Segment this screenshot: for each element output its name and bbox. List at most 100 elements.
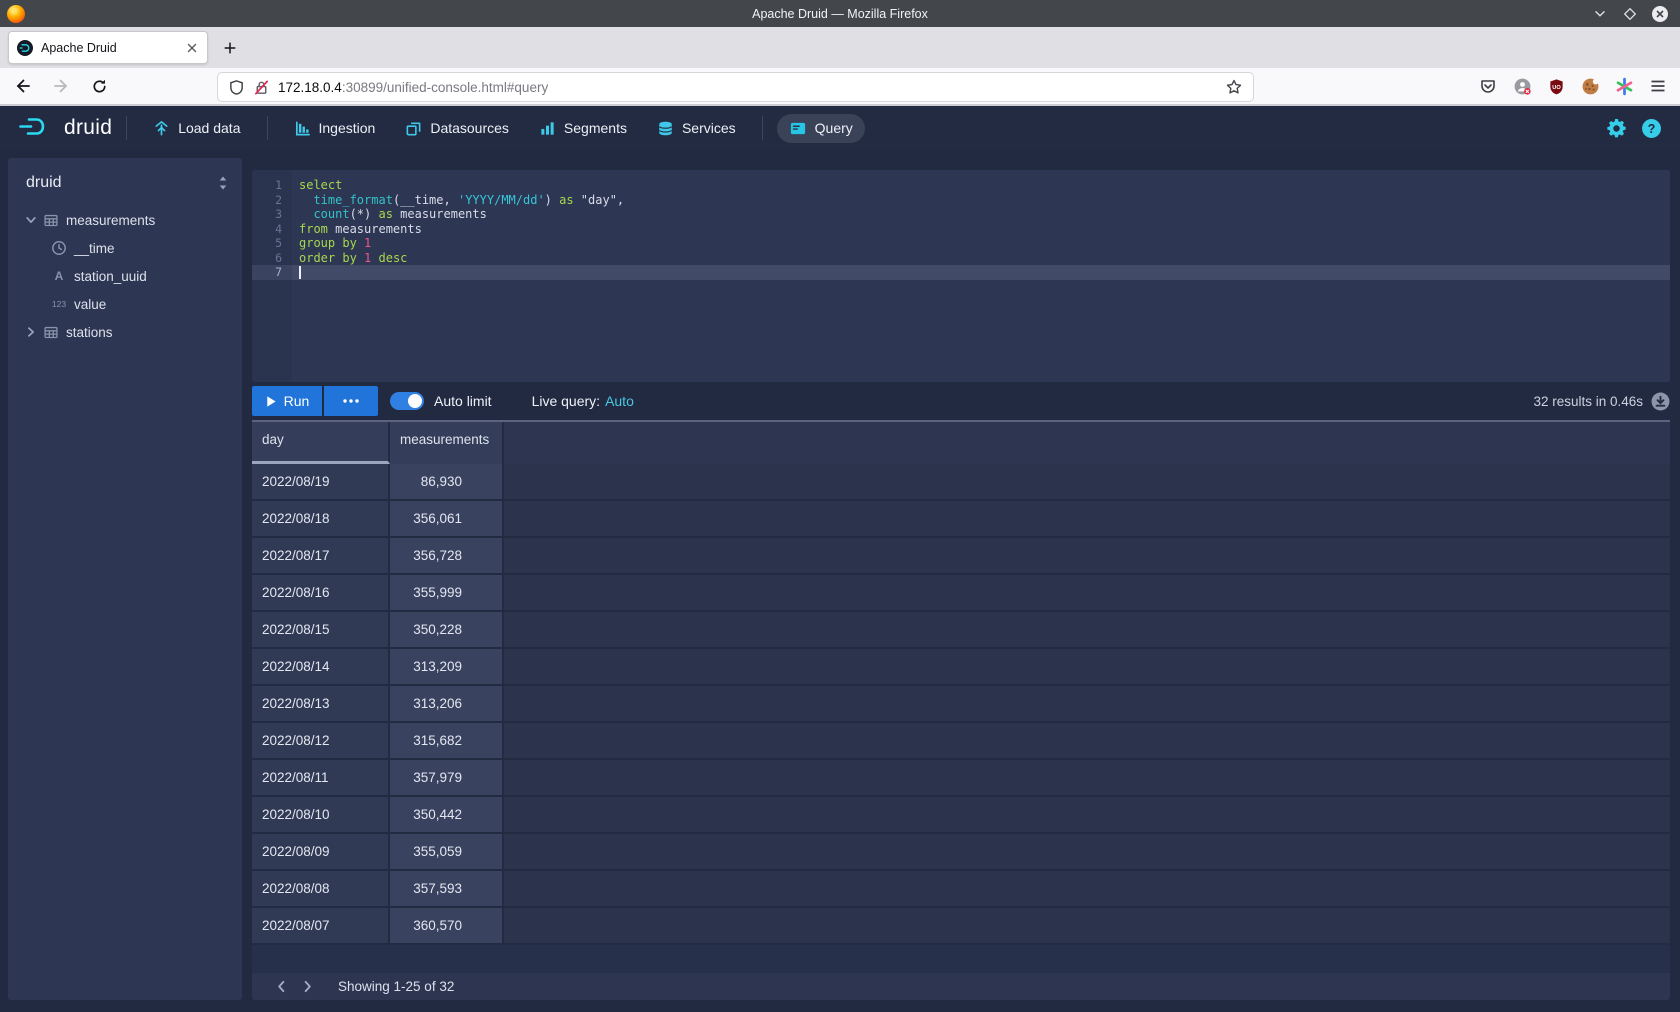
insecure-lock-icon[interactable] [253, 79, 270, 96]
tab-close-icon[interactable] [185, 41, 199, 55]
nav-item-query[interactable]: Query [777, 114, 865, 143]
cell-day[interactable]: 2022/08/07 [252, 908, 390, 943]
cell-day[interactable]: 2022/08/11 [252, 760, 390, 795]
cell-measurements[interactable]: 355,059 [390, 834, 504, 869]
table-row[interactable]: 2022/08/09355,059 [252, 834, 1670, 871]
cell-measurements[interactable]: 356,061 [390, 501, 504, 536]
table-row[interactable]: 2022/08/07360,570 [252, 908, 1670, 945]
cell-day[interactable]: 2022/08/18 [252, 501, 390, 536]
menu-hamburger-icon[interactable] [1648, 76, 1668, 96]
cookie-extension-icon[interactable] [1580, 76, 1600, 96]
code-line-3[interactable]: 3 count(*) as measurements [252, 207, 1670, 222]
url-bar[interactable]: 172.18.0.4:30899/unified-console.html#qu… [218, 73, 1253, 101]
auto-limit-toggle[interactable] [390, 392, 424, 410]
sql-token: 1 [364, 236, 371, 250]
table-row[interactable]: 2022/08/16355,999 [252, 575, 1670, 612]
cell-measurements[interactable]: 315,682 [390, 723, 504, 758]
back-button[interactable] [8, 71, 38, 101]
cell-day[interactable]: 2022/08/09 [252, 834, 390, 869]
ublock-origin-icon[interactable]: UO [1546, 76, 1566, 96]
tree-item-measurements[interactable]: measurements [8, 206, 242, 234]
code-line-2[interactable]: 2 time_format(__time, 'YYYY/MM/dd') as "… [252, 193, 1670, 208]
table-row[interactable]: 2022/08/1986,930 [252, 464, 1670, 501]
line-number: 7 [252, 265, 292, 280]
cell-measurements[interactable]: 350,228 [390, 612, 504, 647]
column-header-measurements[interactable]: measurements [390, 422, 504, 464]
line-number: 1 [252, 178, 292, 193]
table-row[interactable]: 2022/08/12315,682 [252, 723, 1670, 760]
table-row[interactable]: 2022/08/15350,228 [252, 612, 1670, 649]
cell-measurements[interactable]: 356,728 [390, 538, 504, 573]
code-line-7[interactable]: 7 [252, 265, 1670, 280]
schema-selector-caret-icon[interactable] [216, 175, 230, 191]
live-query-control[interactable]: Live query:Auto [532, 393, 634, 409]
cell-measurements[interactable]: 86,930 [390, 464, 504, 499]
code-line-5[interactable]: 5group by 1 [252, 236, 1670, 251]
cell-measurements[interactable]: 313,206 [390, 686, 504, 721]
download-results-icon[interactable] [1651, 392, 1670, 411]
expander-icon[interactable] [24, 325, 38, 339]
sql-token: 'YYYY/MM/dd' [458, 193, 545, 207]
druid-brand[interactable]: druid [16, 115, 112, 141]
table-row[interactable]: 2022/08/08357,593 [252, 871, 1670, 908]
nav-group-query: Query [777, 114, 865, 143]
nav-item-load-data[interactable]: Load data [141, 114, 252, 143]
nav-item-services[interactable]: Services [645, 114, 748, 143]
nav-item-ingestion[interactable]: Ingestion [282, 114, 388, 143]
window-minimize-button[interactable] [1590, 4, 1610, 24]
help-icon[interactable]: ? [1641, 118, 1662, 139]
cell-measurements[interactable]: 360,570 [390, 908, 504, 943]
cell-measurements[interactable]: 357,593 [390, 871, 504, 906]
table-row[interactable]: 2022/08/18356,061 [252, 501, 1670, 538]
cell-measurements[interactable]: 355,999 [390, 575, 504, 610]
cell-measurements[interactable]: 357,979 [390, 760, 504, 795]
new-tab-button[interactable] [216, 34, 244, 62]
cell-day[interactable]: 2022/08/17 [252, 538, 390, 573]
table-row[interactable]: 2022/08/14313,209 [252, 649, 1670, 686]
cell-day[interactable]: 2022/08/13 [252, 686, 390, 721]
tree-item-stations[interactable]: stations [8, 318, 242, 346]
reload-button[interactable] [84, 71, 114, 101]
pocket-icon[interactable] [1478, 76, 1498, 96]
nav-item-segments[interactable]: Segments [527, 114, 639, 143]
extension-account-icon[interactable] [1512, 76, 1532, 96]
window-maximize-button[interactable] [1620, 4, 1640, 24]
cell-measurements[interactable]: 313,209 [390, 649, 504, 684]
ingestion-icon [294, 120, 311, 137]
cell-measurements[interactable]: 350,442 [390, 797, 504, 832]
browser-tab-apache-druid[interactable]: Apache Druid [8, 31, 208, 64]
cell-day[interactable]: 2022/08/12 [252, 723, 390, 758]
table-row[interactable]: 2022/08/17356,728 [252, 538, 1670, 575]
tree-item-__time[interactable]: __time [8, 234, 242, 262]
nav-item-datasources[interactable]: Datasources [393, 114, 521, 143]
multicolor-asterisk-extension-icon[interactable] [1614, 76, 1634, 96]
tracking-protection-shield-icon[interactable] [228, 79, 245, 96]
cell-day[interactable]: 2022/08/19 [252, 464, 390, 499]
window-close-button[interactable] [1650, 4, 1670, 24]
cell-day[interactable]: 2022/08/10 [252, 797, 390, 832]
cell-day[interactable]: 2022/08/08 [252, 871, 390, 906]
code-line-4[interactable]: 4from measurements [252, 222, 1670, 237]
column-header-day[interactable]: day [252, 422, 390, 464]
cell-day[interactable]: 2022/08/14 [252, 649, 390, 684]
previous-page-button[interactable] [268, 976, 294, 998]
cell-day[interactable]: 2022/08/16 [252, 575, 390, 610]
bookmark-star-icon[interactable] [1225, 78, 1243, 96]
settings-gear-icon[interactable] [1606, 118, 1627, 139]
expander-icon[interactable] [24, 213, 38, 227]
forward-button[interactable] [46, 71, 76, 101]
tree-item-value[interactable]: 123value [8, 290, 242, 318]
next-page-button[interactable] [294, 976, 320, 998]
table-row[interactable]: 2022/08/10350,442 [252, 797, 1670, 834]
tree-item-station_uuid[interactable]: Astation_uuid [8, 262, 242, 290]
cell-day[interactable]: 2022/08/15 [252, 612, 390, 647]
run-button[interactable]: Run [252, 386, 322, 416]
table-row[interactable]: 2022/08/11357,979 [252, 760, 1670, 797]
table-row[interactable]: 2022/08/13313,206 [252, 686, 1670, 723]
url-text[interactable]: 172.18.0.4:30899/unified-console.html#qu… [278, 80, 1225, 95]
sql-editor[interactable]: 1select2 time_format(__time, 'YYYY/MM/dd… [252, 170, 1670, 382]
code-line-6[interactable]: 6order by 1 desc [252, 251, 1670, 266]
code-line-1[interactable]: 1select [252, 178, 1670, 193]
tree-item-label: __time [74, 241, 115, 256]
run-more-options-button[interactable] [324, 386, 378, 416]
